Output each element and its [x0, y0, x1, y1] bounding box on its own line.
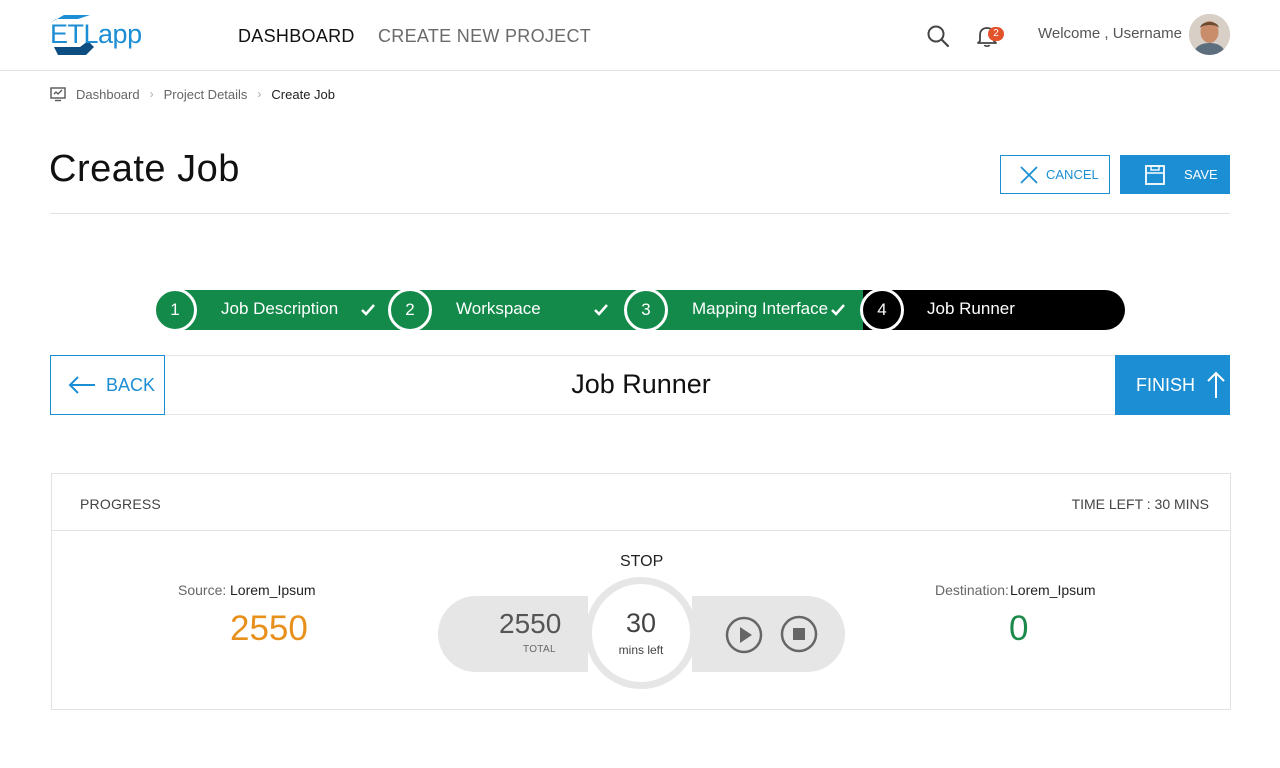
check-icon — [361, 304, 375, 316]
source-count: 2550 — [230, 609, 308, 648]
time-left-label: TIME LEFT : 30 MINS — [1071, 496, 1209, 512]
timer-ring: 30 mins left — [585, 577, 697, 689]
section-title: Job Runner — [571, 369, 711, 399]
page-title: Create Job — [49, 148, 240, 190]
breadcrumb-create-job: Create Job — [271, 86, 336, 102]
step-2-label: Workspace — [456, 299, 541, 318]
total-value: 2550 — [499, 608, 562, 639]
source-label: Source: — [178, 582, 227, 598]
save-button[interactable]: SAVE — [1120, 155, 1230, 194]
step-4-number: 4 — [860, 288, 904, 332]
logo-text-secondary: app — [98, 19, 142, 49]
breadcrumb-dashboard[interactable]: Dashboard — [76, 87, 140, 102]
source-name: Lorem_Ipsum — [230, 582, 316, 598]
check-icon — [831, 304, 845, 316]
app-logo[interactable]: ETLapp — [50, 15, 142, 55]
step-3-number: 3 — [624, 288, 668, 332]
job-runner-action-bar: Job Runner BACK FINISH — [50, 355, 1230, 415]
step-1-number: 1 — [153, 288, 197, 332]
welcome-text: Welcome , Username — [1038, 25, 1182, 42]
save-label: SAVE — [1184, 167, 1218, 182]
search-icon[interactable] — [926, 24, 950, 48]
arrow-up-icon — [1207, 371, 1225, 398]
progress-stepper: 1 Job Description 2 Workspace 3 Mapping … — [153, 288, 1125, 332]
top-navbar: ETLapp DASHBOARD CREATE NEW PROJECT 2 We… — [0, 0, 1280, 71]
play-icon[interactable] — [725, 616, 763, 654]
run-status-label: STOP — [620, 553, 664, 570]
stop-icon[interactable] — [780, 615, 818, 653]
progress-panel-header: PROGRESS TIME LEFT : 30 MINS — [52, 474, 1230, 531]
breadcrumb: Dashboard › Project Details › Create Job — [50, 85, 335, 103]
progress-panel: PROGRESS TIME LEFT : 30 MINS Source: Lor… — [51, 473, 1231, 710]
step-4-label: Job Runner — [927, 299, 1015, 318]
destination-name: Lorem_Ipsum — [1010, 582, 1096, 598]
timer-label: mins left — [618, 643, 664, 657]
back-label: BACK — [106, 374, 156, 395]
logo-text-primary: ETL — [50, 19, 99, 49]
total-label: TOTAL — [523, 644, 556, 655]
nav-dashboard[interactable]: DASHBOARD — [238, 26, 355, 47]
step-3-label: Mapping Interface — [692, 299, 829, 318]
notification-badge: 2 — [988, 27, 1004, 41]
step-1-label: Job Description — [221, 299, 339, 318]
header-divider — [50, 213, 1230, 214]
save-icon — [1145, 164, 1165, 185]
progress-label: PROGRESS — [80, 496, 161, 512]
dashboard-monitor-icon — [50, 87, 66, 102]
arrow-left-icon — [68, 376, 95, 394]
chevron-right-icon: › — [257, 87, 262, 101]
avatar[interactable] — [1189, 14, 1230, 55]
cancel-label: CANCEL — [1046, 167, 1099, 182]
finish-label: FINISH — [1136, 374, 1196, 395]
controls-pill — [692, 596, 845, 672]
nav-create-new-project[interactable]: CREATE NEW PROJECT — [378, 26, 591, 47]
destination-count: 0 — [1009, 609, 1029, 648]
cancel-button[interactable]: CANCEL — [1000, 155, 1110, 194]
close-icon — [1020, 165, 1038, 184]
check-icon — [594, 304, 608, 316]
step-2-number: 2 — [388, 288, 432, 332]
timer-value: 30 — [625, 608, 657, 638]
chevron-right-icon: › — [149, 87, 154, 101]
finish-button[interactable]: FINISH — [1115, 355, 1230, 415]
breadcrumb-project-details[interactable]: Project Details — [164, 87, 248, 102]
back-button[interactable]: BACK — [50, 355, 165, 415]
destination-label: Destination: — [935, 582, 1009, 598]
user-photo-icon — [1189, 14, 1230, 55]
